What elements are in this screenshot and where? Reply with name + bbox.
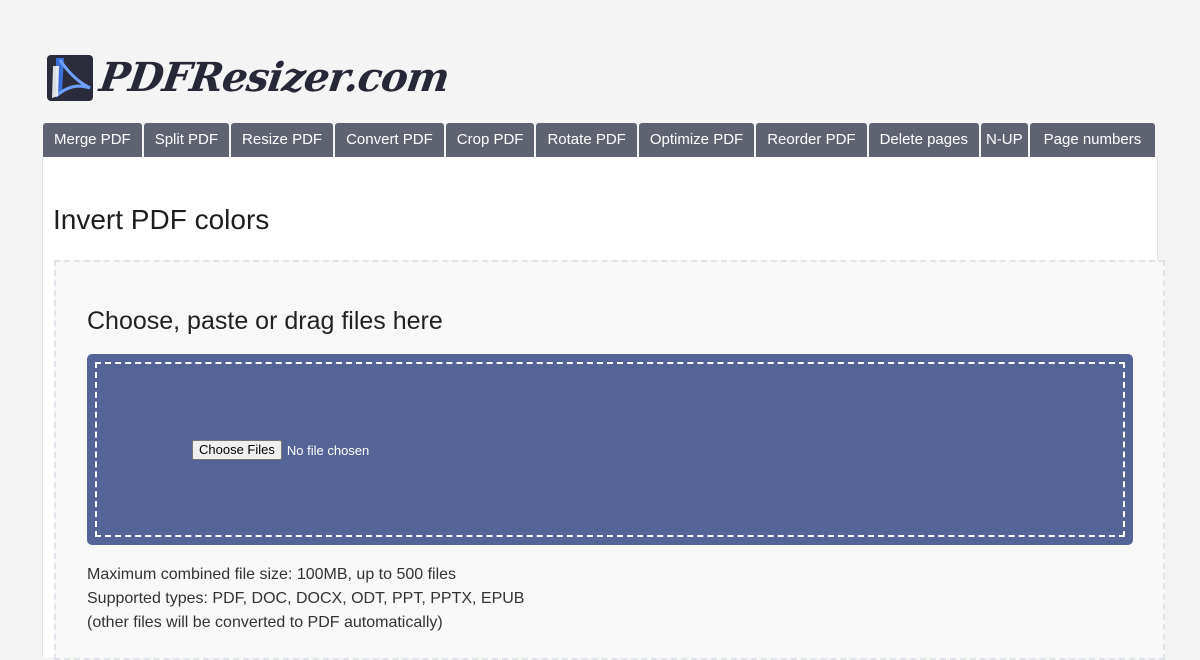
site-logo[interactable]: PDFResizer.com [44,52,452,104]
logo-text: PDFResizer.com [96,54,452,101]
tab-page-numbers[interactable]: Page numbers [1029,123,1156,157]
upload-heading: Choose, paste or drag files here [87,307,443,335]
tab-rotate-pdf[interactable]: Rotate PDF [536,123,637,157]
conversion-note: (other files will be converted to PDF au… [87,614,443,631]
tab-resize-pdf[interactable]: Resize PDF [231,123,334,157]
supported-types-info: Supported types: PDF, DOC, DOCX, ODT, PP… [87,590,525,607]
tool-nav: Merge PDF Split PDF Resize PDF Convert P… [43,123,1157,157]
tab-merge-pdf[interactable]: Merge PDF [43,123,142,157]
file-status-text: No file chosen [286,442,370,458]
tab-delete-pages[interactable]: Delete pages [868,123,979,157]
tab-convert-pdf[interactable]: Convert PDF [335,123,444,157]
file-input[interactable]: Choose Files No file chosen [192,440,369,460]
acrobat-pdf-icon [47,55,93,101]
upload-info: Maximum combined file size: 100MB, up to… [87,563,524,635]
tab-n-up[interactable]: N-UP [980,123,1028,157]
page-title: Invert PDF colors [53,204,270,235]
tab-reorder-pdf[interactable]: Reorder PDF [756,123,867,157]
choose-files-button[interactable]: Choose Files [192,440,282,460]
tab-optimize-pdf[interactable]: Optimize PDF [638,123,755,157]
tab-crop-pdf[interactable]: Crop PDF [445,123,535,157]
max-size-info: Maximum combined file size: 100MB, up to… [87,566,457,583]
tab-split-pdf[interactable]: Split PDF [143,123,230,157]
